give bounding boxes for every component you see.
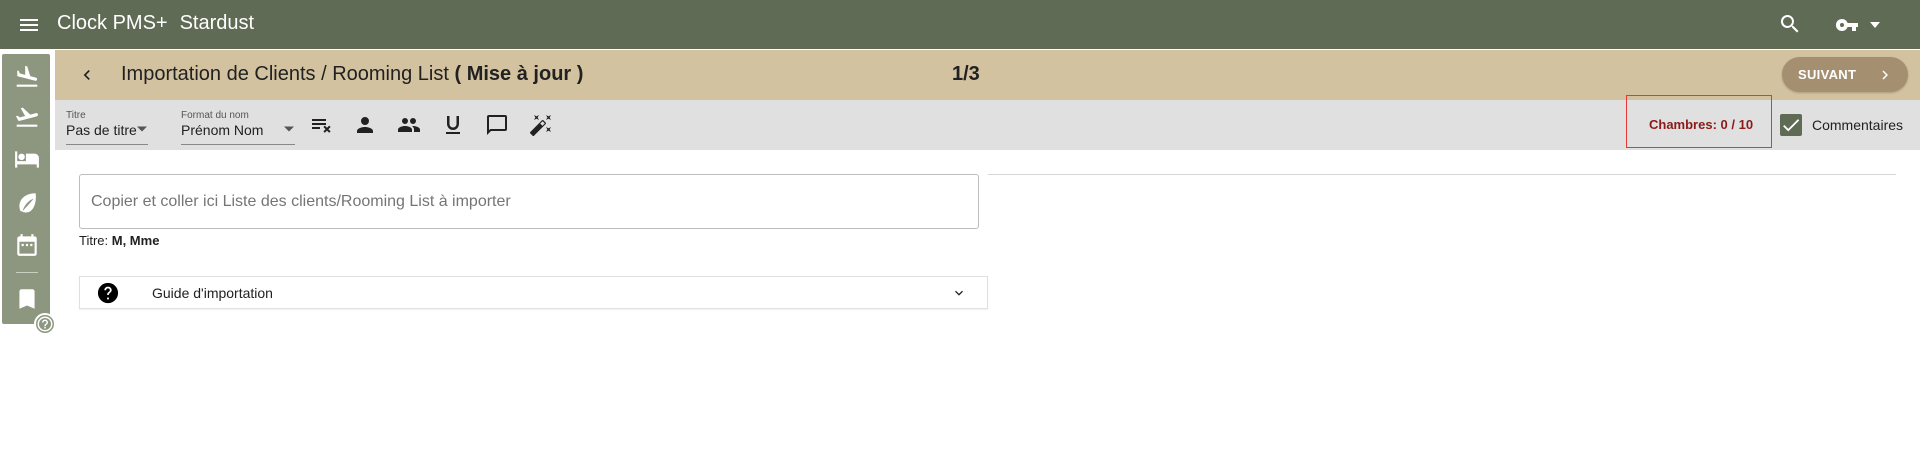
import-guide-label: Guide d'importation: [152, 285, 273, 301]
caret-down-icon[interactable]: [1868, 18, 1882, 32]
preview-divider: [988, 174, 1896, 175]
clear-format-icon[interactable]: [309, 113, 333, 137]
title-select[interactable]: Titre Pas de titre: [66, 110, 148, 145]
comment-icon[interactable]: [485, 113, 509, 137]
key-icon[interactable]: [1834, 13, 1860, 37]
dropdown-arrow-icon: [136, 123, 148, 135]
next-button[interactable]: SUIVANT: [1782, 57, 1908, 92]
help-icon[interactable]: [34, 313, 56, 335]
leaf-icon[interactable]: [14, 190, 40, 216]
page-title-bar: Importation de Clients / Rooming List ( …: [55, 50, 1920, 100]
people-icon[interactable]: [397, 113, 421, 137]
underline-icon[interactable]: [441, 113, 465, 137]
flight-land-icon[interactable]: [14, 64, 40, 90]
dropdown-arrow-icon: [283, 123, 295, 135]
name-format-value: Prénom Nom: [181, 122, 264, 138]
title-select-value: Pas de titre: [66, 122, 137, 138]
app-brand: Clock PMS+ Stardust: [57, 12, 254, 35]
hotel-bed-icon[interactable]: [14, 146, 40, 172]
person-icon[interactable]: [353, 113, 377, 137]
next-button-label: SUIVANT: [1798, 67, 1857, 82]
magic-wand-icon[interactable]: [529, 113, 553, 137]
paste-input-placeholder: Copier et coller ici Liste des clients/R…: [91, 193, 511, 210]
question-icon: [97, 282, 119, 304]
page-title: Importation de Clients / Rooming List ( …: [121, 63, 583, 86]
title-select-caption: Titre: [66, 110, 86, 121]
chevron-right-icon: [1876, 66, 1894, 84]
book-icon[interactable]: [14, 286, 40, 312]
hotel-name: Stardust: [179, 12, 255, 34]
paste-input[interactable]: Copier et coller ici Liste des clients/R…: [79, 174, 979, 229]
name-format-select[interactable]: Format du nom Prénom Nom: [181, 110, 295, 145]
name-format-caption: Format du nom: [181, 110, 249, 121]
brand-name: Clock PMS+: [57, 12, 168, 34]
app-bar: Clock PMS+ Stardust: [0, 0, 1920, 49]
back-chevron-icon[interactable]: [77, 65, 97, 85]
comments-label: Commentaires: [1812, 117, 1904, 133]
search-icon[interactable]: [1778, 12, 1802, 36]
step-indicator: 1/3: [952, 63, 980, 85]
side-rail: [2, 54, 50, 324]
comments-checkbox[interactable]: [1780, 114, 1802, 136]
title-values-note: Titre: M, Mme: [79, 233, 159, 248]
page-title-mode: ( Mise à jour ): [454, 63, 584, 85]
rooms-counter: Chambres: 0 / 10: [1649, 117, 1754, 132]
rail-divider: [16, 272, 38, 273]
title-values-label: Titre:: [79, 233, 112, 248]
flight-takeoff-icon[interactable]: [14, 104, 40, 130]
calendar-icon[interactable]: [14, 232, 40, 258]
page-title-text: Importation de Clients / Rooming List: [121, 63, 455, 85]
import-guide-panel[interactable]: Guide d'importation: [79, 276, 988, 309]
chevron-down-icon: [951, 285, 967, 301]
title-values: M, Mme: [111, 233, 160, 248]
menu-icon[interactable]: [17, 13, 41, 37]
